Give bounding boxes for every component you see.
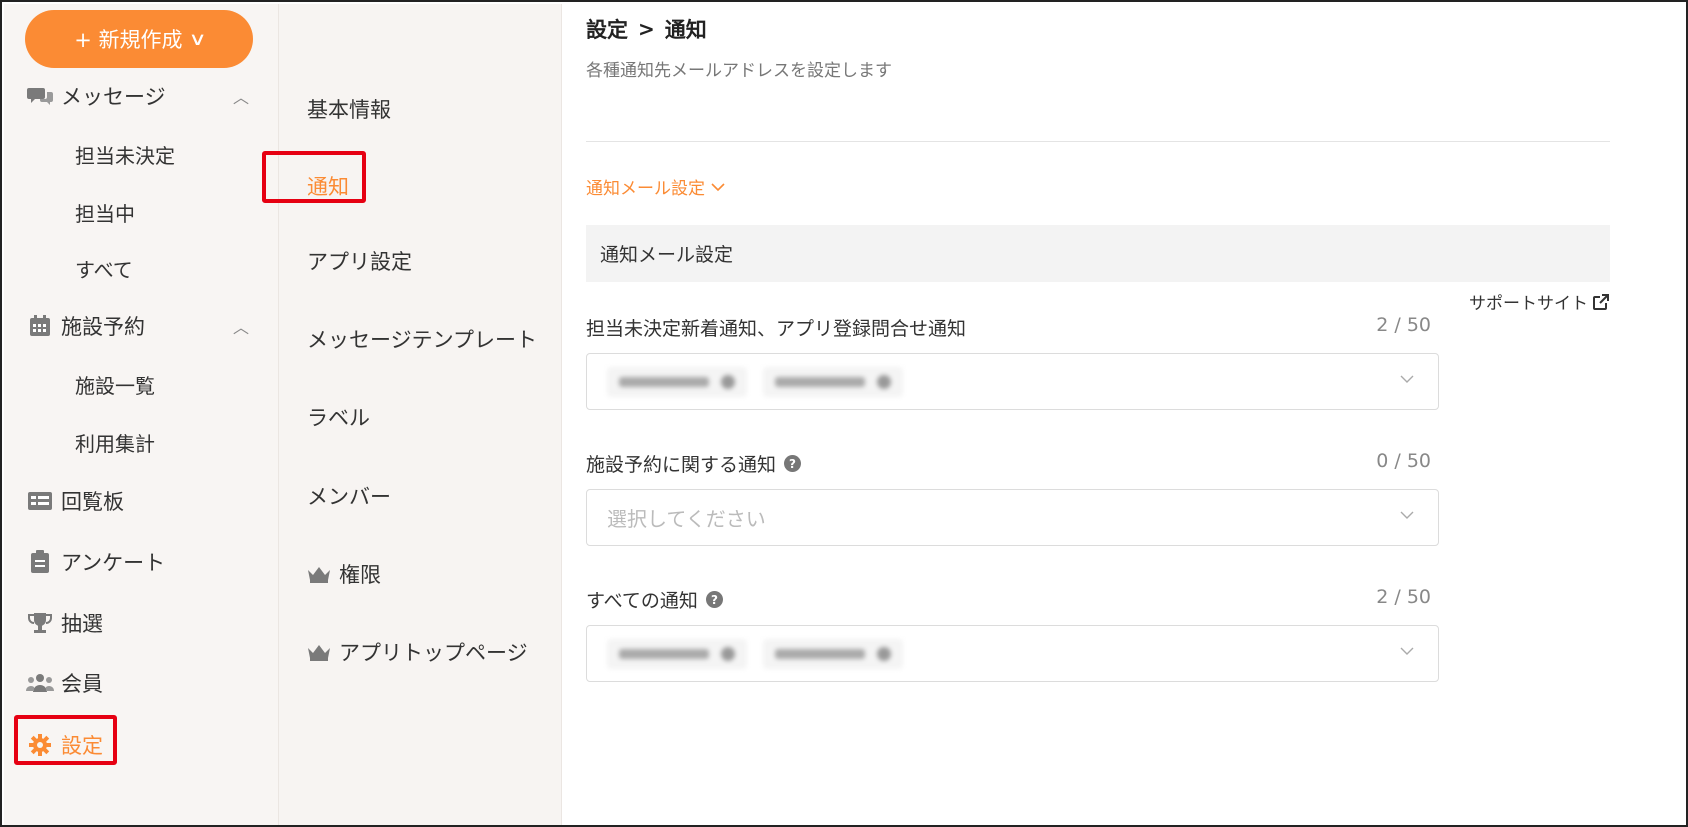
accordion-label: 通知メール設定 <box>586 179 705 199</box>
calendar-icon <box>25 315 55 337</box>
board-icon <box>25 491 55 511</box>
sidebar-item-survey[interactable]: アンケート <box>4 540 279 584</box>
app-window: + 新規作成 ∨ メッセージ ︿ 担当未決定 担当中 すべて 施設予約 ︿ 施設… <box>0 0 1688 827</box>
new-create-label: + 新規作成 <box>74 28 183 52</box>
chevron-down-icon <box>1400 647 1414 655</box>
breadcrumb-parent[interactable]: 設定 <box>586 14 628 44</box>
chevron-down-icon <box>711 182 725 191</box>
sidebar-item-facility-list[interactable]: 施設一覧 <box>75 364 155 404</box>
field-count: 2 / 50 <box>1376 586 1431 608</box>
clipboard-icon <box>25 550 55 574</box>
divider <box>586 141 1610 142</box>
sidebar-item-members[interactable]: 会員 <box>4 661 279 705</box>
sidebar-item-messages[interactable]: メッセージ ︿ <box>4 74 279 118</box>
submenu-item-label: アプリトップページ <box>339 641 528 665</box>
field-label-facility-notification: 施設予約に関する通知 ? <box>586 450 802 477</box>
external-link-icon <box>1593 293 1609 310</box>
sidebar-item-label: 施設予約 <box>61 315 145 339</box>
sidebar-item-usage-summary[interactable]: 利用集計 <box>75 422 155 462</box>
field-label-text: 施設予約に関する通知 <box>586 454 777 476</box>
select-placeholder: 選択してください <box>607 507 766 531</box>
sidebar-item-all[interactable]: すべて <box>75 248 133 288</box>
settings-submenu: 基本情報 通知 アプリ設定 メッセージテンプレート ラベル メンバー 権限 アプ… <box>262 4 562 825</box>
field-label-text: 担当未決定新着通知、アプリ登録問合せ通知 <box>586 318 967 340</box>
remove-icon[interactable] <box>877 646 891 661</box>
submenu-item-message-template[interactable]: メッセージテンプレート <box>307 319 537 359</box>
sidebar-item-label: 回覧板 <box>61 490 124 514</box>
sidebar-item-label: アンケート <box>61 551 166 575</box>
section-header: 通知メール設定 <box>586 225 1610 282</box>
help-icon[interactable]: ? <box>705 591 723 608</box>
crown-icon <box>307 643 333 661</box>
chevron-up-icon[interactable]: ︿ <box>233 314 249 338</box>
sidebar-item-label: 会員 <box>61 672 103 696</box>
crown-icon <box>307 565 333 583</box>
field-label-text: すべての通知 <box>586 590 698 612</box>
field-label-all-notification: すべての通知 ? <box>586 586 723 613</box>
unassigned-notification-select[interactable] <box>586 353 1439 410</box>
breadcrumb-current: 通知 <box>664 18 707 42</box>
new-create-button[interactable]: + 新規作成 ∨ <box>25 10 253 68</box>
field-count: 2 / 50 <box>1376 314 1431 336</box>
chevron-up-icon[interactable]: ︿ <box>233 84 249 108</box>
submenu-item-app-settings[interactable]: アプリ設定 <box>307 241 412 281</box>
chat-icon <box>25 85 55 107</box>
all-notification-select[interactable] <box>586 625 1439 682</box>
submenu-item-labels[interactable]: ラベル <box>307 397 370 437</box>
help-icon[interactable]: ? <box>784 455 802 472</box>
sidebar-item-unassigned[interactable]: 担当未決定 <box>75 134 175 174</box>
recipient-chip[interactable] <box>763 638 903 669</box>
page-description: 各種通知先メールアドレスを設定します <box>586 61 892 81</box>
sidebar-item-facility-booking[interactable]: 施設予約 ︿ <box>4 304 279 348</box>
remove-icon[interactable] <box>877 374 891 389</box>
remove-icon[interactable] <box>721 646 735 661</box>
support-site-link[interactable]: サポートサイト <box>1469 289 1610 314</box>
sidebar-item-lottery[interactable]: 抽選 <box>4 601 279 645</box>
sidebar-item-label: メッセージ <box>61 85 166 109</box>
breadcrumb-separator: > <box>638 17 655 41</box>
chevron-down-icon <box>1400 511 1414 519</box>
recipient-chip[interactable] <box>607 638 747 669</box>
submenu-item-label: 権限 <box>339 563 381 587</box>
chevron-down-icon: ∨ <box>187 28 207 50</box>
field-label-unassigned-notification: 担当未決定新着通知、アプリ登録問合せ通知 <box>586 314 966 341</box>
remove-icon[interactable] <box>721 374 735 389</box>
field-count: 0 / 50 <box>1376 450 1431 472</box>
recipient-chip[interactable] <box>763 366 903 397</box>
highlight-box-notification <box>262 151 366 203</box>
trophy-icon <box>25 612 55 634</box>
breadcrumb: 設定 > 通知 <box>586 14 707 44</box>
users-icon <box>25 673 55 693</box>
submenu-item-basic-info[interactable]: 基本情報 <box>307 89 391 129</box>
sidebar-item-label: 抽選 <box>61 612 103 636</box>
highlight-box-settings <box>14 715 117 765</box>
sidebar: + 新規作成 ∨ メッセージ ︿ 担当未決定 担当中 すべて 施設予約 ︿ 施設… <box>4 4 279 825</box>
section-title: 通知メール設定 <box>600 244 734 266</box>
recipient-chip[interactable] <box>607 366 747 397</box>
submenu-item-members[interactable]: メンバー <box>307 476 391 516</box>
facility-notification-select[interactable]: 選択してください <box>586 489 1439 546</box>
submenu-item-permissions[interactable]: 権限 <box>307 554 381 594</box>
main-content: 設定 > 通知 各種通知先メールアドレスを設定します 通知メール設定 通知メール… <box>563 4 1686 825</box>
chevron-down-icon <box>1400 375 1414 383</box>
support-link-label: サポートサイト <box>1469 294 1588 314</box>
sidebar-item-assigned[interactable]: 担当中 <box>75 192 135 232</box>
submenu-item-app-top-page[interactable]: アプリトップページ <box>307 632 528 672</box>
sidebar-item-circular[interactable]: 回覧板 <box>4 479 279 523</box>
notification-mail-accordion[interactable]: 通知メール設定 <box>586 174 725 199</box>
